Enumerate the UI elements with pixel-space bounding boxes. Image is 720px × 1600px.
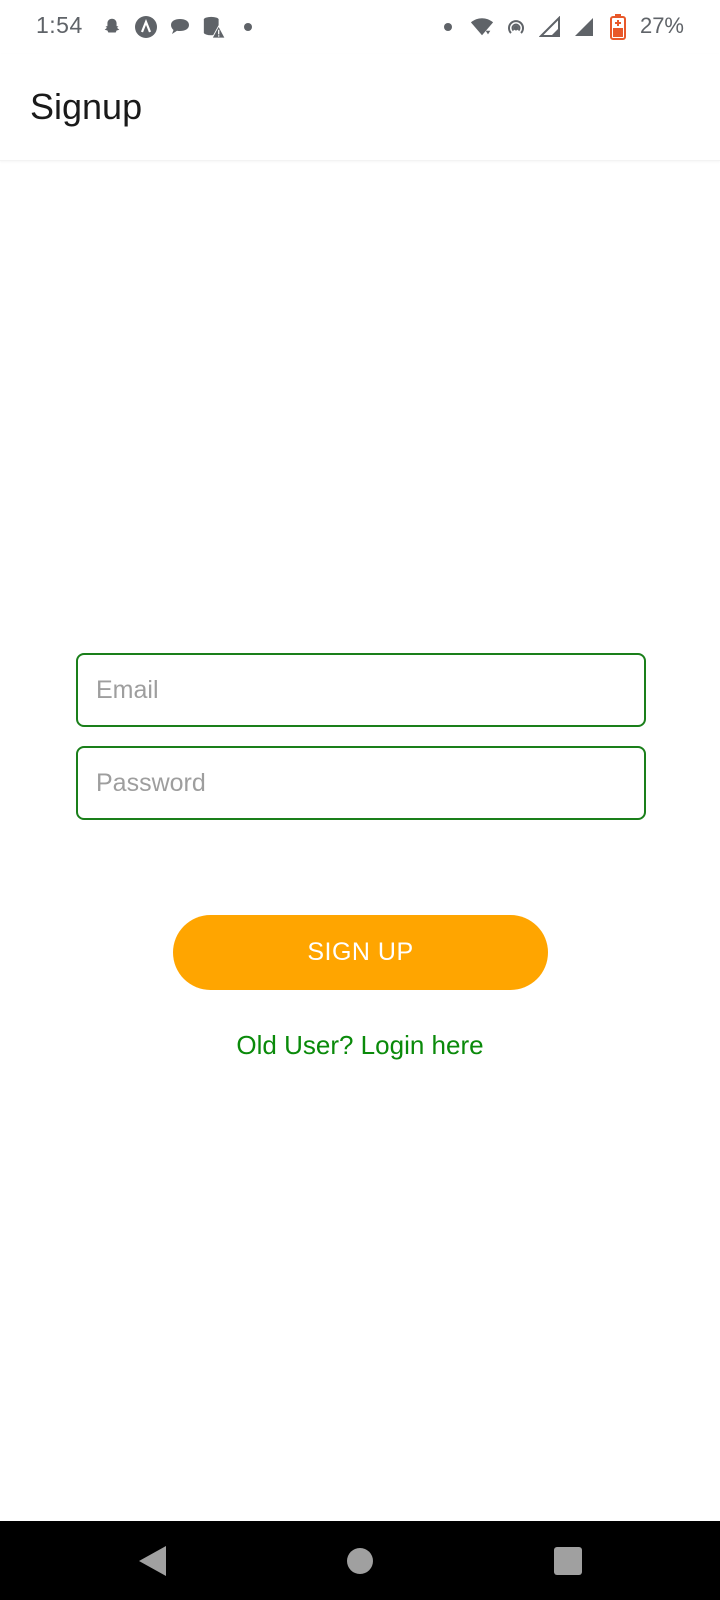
dot-icon	[236, 15, 260, 39]
wifi-icon	[470, 15, 494, 39]
hotspot-icon	[504, 15, 528, 39]
email-field-container	[76, 653, 646, 727]
password-field-container	[76, 746, 646, 820]
battery-percent: 27%	[639, 13, 684, 38]
app-lambda-icon	[134, 15, 158, 39]
signup-screen: 1:54 27% Signup Email SIGN UP Old User? …	[0, 0, 720, 1600]
navigation-bar	[0, 1521, 720, 1600]
status-time: 1:54	[36, 12, 83, 38]
notification-icons	[100, 14, 260, 40]
login-link[interactable]: Old User? Login here	[0, 1030, 720, 1061]
snapchat-icon	[100, 15, 124, 39]
app-bar: Signup	[0, 54, 720, 161]
signal-icon	[572, 15, 596, 39]
back-icon[interactable]	[130, 1539, 174, 1583]
home-icon[interactable]	[338, 1539, 382, 1583]
signal-icon	[538, 15, 562, 39]
chat-bubble-icon	[168, 15, 192, 39]
page-title: Signup	[30, 86, 143, 127]
battery-icon	[606, 14, 630, 40]
system-status-icons	[436, 14, 630, 40]
status-bar: 1:54 27%	[0, 0, 720, 54]
dot-icon	[436, 15, 460, 39]
recents-icon[interactable]	[546, 1539, 590, 1583]
email-field[interactable]	[78, 655, 644, 725]
database-warning-icon	[202, 15, 226, 39]
password-field[interactable]	[78, 748, 644, 818]
signup-button[interactable]: SIGN UP	[173, 915, 548, 990]
